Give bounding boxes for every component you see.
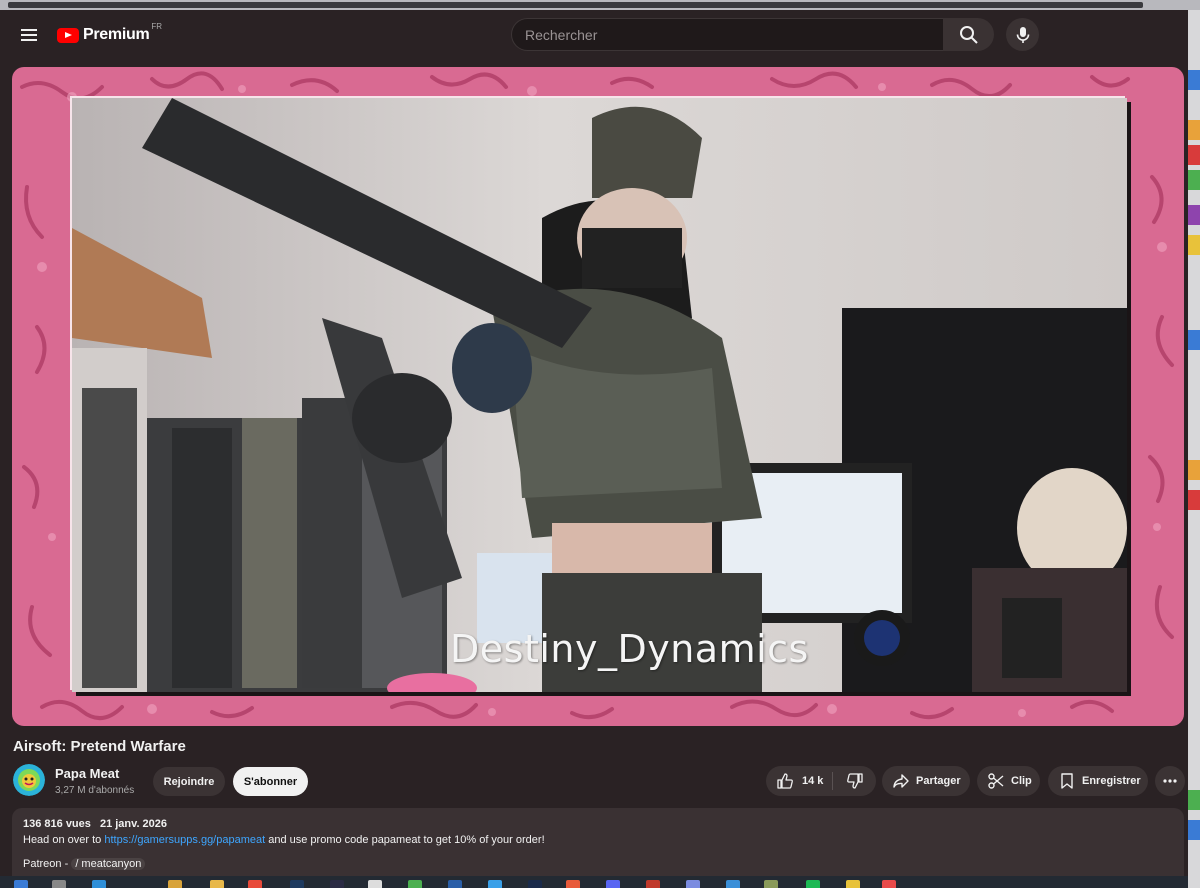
bookmark-icon (1061, 773, 1073, 789)
scissors-icon (988, 773, 1004, 789)
masthead: Premium FR (0, 10, 1180, 60)
youtube-play-icon (57, 27, 79, 43)
taskbar-app-icon[interactable] (646, 880, 660, 888)
share-label: Partager (916, 775, 961, 787)
more-horizontal-icon (1163, 779, 1177, 783)
save-button[interactable]: Enregistrer (1048, 766, 1148, 796)
taskbar-app-icon[interactable] (846, 880, 860, 888)
subscriber-count: 3,27 M d'abonnés (55, 785, 135, 796)
description-prefix: Head on over to (23, 834, 105, 846)
thumbs-down-icon (846, 773, 863, 789)
taskbar-app-icon[interactable] (566, 880, 580, 888)
menu-icon[interactable] (14, 23, 44, 47)
description-line: Head on over to https://gamersupps.gg/pa… (23, 834, 1173, 846)
sponsor-link[interactable]: https://gamersupps.gg/papameat (104, 834, 265, 846)
windows-start-icon[interactable] (14, 880, 28, 888)
join-button[interactable]: Rejoindre (153, 767, 225, 796)
like-button[interactable]: 14 k (766, 766, 832, 796)
clip-label: Clip (1011, 775, 1032, 787)
youtube-logo[interactable]: Premium FR (57, 22, 163, 46)
save-label: Enregistrer (1082, 775, 1141, 787)
patreon-line: Patreon - / meatcanyon (23, 858, 1173, 870)
like-count: 14 k (802, 775, 824, 787)
logo-text: Premium (83, 26, 150, 43)
taskbar-app-icon[interactable] (330, 880, 344, 888)
adjacent-window-strip (1188, 10, 1200, 888)
clip-button[interactable]: Clip (977, 766, 1040, 796)
chrome-icon[interactable] (248, 880, 262, 888)
spotify-icon[interactable] (806, 880, 820, 888)
taskbar-app-icon[interactable] (528, 880, 542, 888)
taskbar-app-icon[interactable] (290, 880, 304, 888)
description-stats: 136 816 vues 21 janv. 2026 (23, 818, 1173, 830)
taskbar-app-icon[interactable] (168, 880, 182, 888)
taskbar-search-icon[interactable] (52, 880, 66, 888)
search-icon (959, 25, 978, 44)
taskbar-app-icon[interactable] (448, 880, 462, 888)
logo-region: FR (151, 22, 163, 31)
channel-avatar[interactable] (13, 764, 45, 796)
video-overlay-text: Destiny_Dynamics (450, 627, 809, 671)
dislike-button[interactable] (833, 766, 876, 796)
share-button[interactable]: Partager (882, 766, 970, 796)
channel-name[interactable]: Papa Meat (55, 766, 119, 781)
video-thumbnail-image (72, 98, 1127, 692)
taskbar-app-icon[interactable] (882, 880, 896, 888)
publish-date: 21 janv. 2026 (99, 818, 168, 830)
document-icon[interactable] (368, 880, 382, 888)
search-button[interactable] (943, 18, 994, 51)
more-actions-button[interactable] (1155, 766, 1185, 796)
voice-search-button[interactable] (1006, 18, 1039, 51)
patreon-label: Patreon - (23, 858, 72, 870)
search-box (511, 18, 943, 51)
share-icon (893, 774, 909, 788)
patreon-link[interactable]: / meatcanyon (71, 858, 146, 870)
discord-icon[interactable] (606, 880, 620, 888)
taskbar-app-icon[interactable] (408, 880, 422, 888)
view-count: 136 816 vues (23, 818, 91, 830)
mic-icon (1016, 26, 1029, 43)
video-frame: Destiny_Dynamics (72, 98, 1127, 692)
video-player[interactable]: Destiny_Dynamics (12, 67, 1184, 726)
taskbar-app-icon[interactable] (686, 880, 700, 888)
taskbar-app-icon[interactable] (764, 880, 778, 888)
taskbar-app-icon[interactable] (488, 880, 502, 888)
description-suffix: and use promo code papameat to get 10% o… (265, 834, 545, 846)
like-dislike-group: 14 k (766, 766, 876, 796)
video-title: Airsoft: Pretend Warfare (13, 738, 186, 755)
search-input[interactable] (512, 19, 943, 50)
thumbs-up-icon (777, 773, 793, 789)
subscribe-button[interactable]: S'abonner (233, 767, 308, 796)
taskbar-app-icon[interactable] (726, 880, 740, 888)
folder-icon[interactable] (210, 880, 224, 888)
browser-top-strip (0, 0, 1200, 10)
taskbar-app-icon[interactable] (92, 880, 106, 888)
